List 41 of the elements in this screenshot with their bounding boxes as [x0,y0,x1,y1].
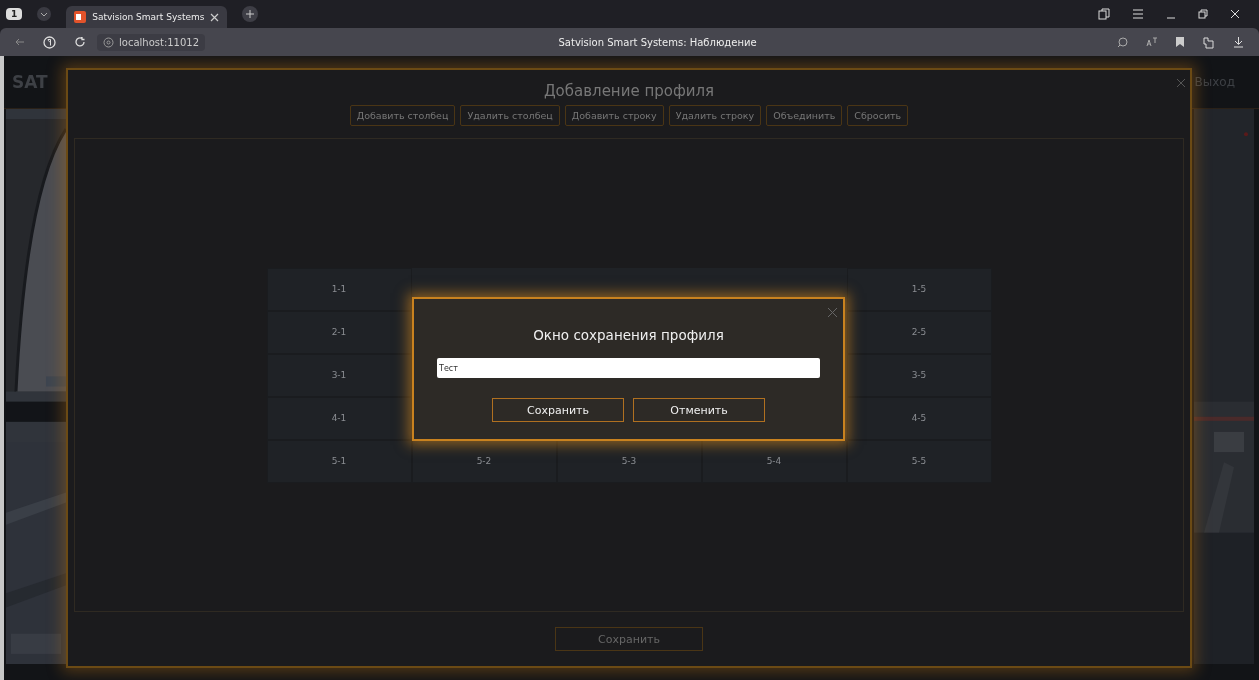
toolbar-button[interactable]: Объединить [766,105,843,126]
reload-icon[interactable] [74,36,86,48]
site-info-icon[interactable] [103,36,114,48]
menu-icon[interactable] [1132,9,1144,19]
page-title: Satvision Smart Systems: Наблюдение [557,36,758,48]
grid-cell[interactable]: 3-5 [846,353,992,397]
site-icon [74,11,87,23]
profile-name-field[interactable]: Тест [437,358,820,378]
dialog-button[interactable]: Отменить [633,398,765,422]
dialog-title: Окно сохранения профиля [533,327,724,343]
browser-tab[interactable]: Satvision Smart Systems [66,6,228,28]
toolbar-button[interactable]: Добавить столбец [349,105,456,126]
dialog-button[interactable]: Сохранить [492,398,624,422]
grid-cell[interactable]: 3-1 [266,353,412,397]
toolbar-button[interactable]: Добавить строку [564,105,664,126]
extension-icon[interactable] [1202,35,1215,49]
translate-icon[interactable] [1146,37,1158,47]
grid-cell[interactable]: 2-1 [266,310,412,354]
grid-cell[interactable]: 2-5 [846,310,992,354]
plus-icon[interactable] [242,6,259,22]
toolbar-button[interactable]: Сбросить [847,105,909,126]
bookmark-icon[interactable] [1176,37,1184,47]
grid-cell[interactable]: 4-1 [266,396,412,440]
save-button[interactable]: Сохранить [555,627,703,651]
grid-cell[interactable]: 4-5 [846,396,992,440]
address-field[interactable]: localhost:11012 [97,33,206,51]
tabs-icon[interactable] [1098,8,1110,20]
restore-icon[interactable] [1198,9,1208,19]
grid-cell[interactable]: 1-5 [846,267,992,311]
profile-badge[interactable]: 1 [6,8,23,20]
browser-logo-icon[interactable] [43,35,56,49]
grid-cell[interactable]: 1-1 [266,267,412,311]
back-icon[interactable] [15,37,25,47]
grid-cell[interactable]: 5-1 [266,439,412,483]
chevron-down-icon[interactable] [37,7,52,21]
toolbar-button[interactable]: Удалить столбец [460,105,560,126]
search-icon[interactable] [1117,36,1128,48]
grid-cell[interactable]: 5-5 [846,439,992,483]
dialog-title: Добавление профиля [543,82,715,100]
toolbar-button[interactable]: Удалить строку [668,105,762,126]
download-icon[interactable] [1233,36,1244,48]
